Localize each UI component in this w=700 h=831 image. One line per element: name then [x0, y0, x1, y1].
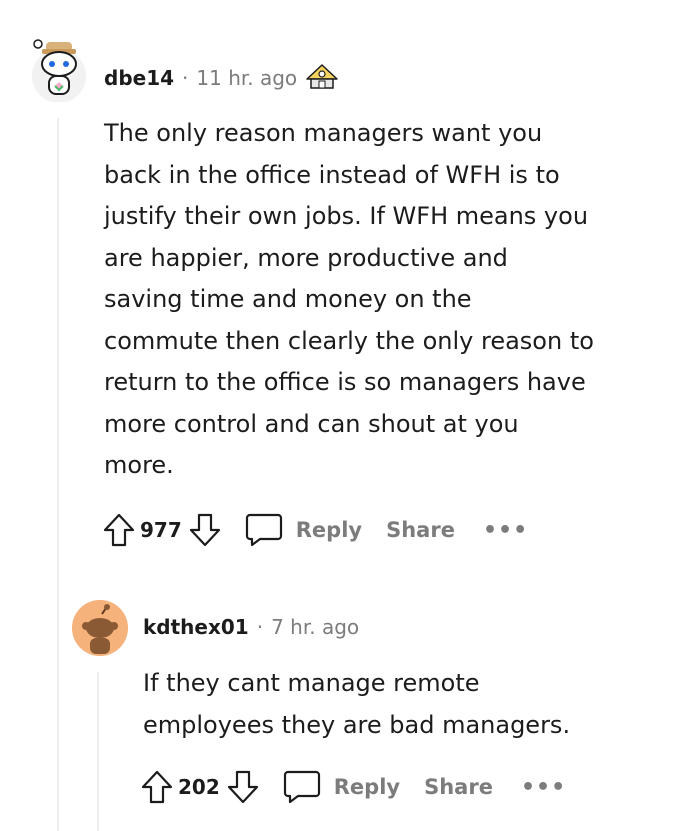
comment-line: back in the office instead of WFH is to [104, 160, 560, 189]
comment-body: The only reason managers want you back i… [104, 113, 664, 487]
avatar-icon [32, 39, 86, 102]
comment-bubble-icon [245, 513, 282, 547]
separator-dot: · [256, 615, 264, 639]
downvote-icon [227, 770, 258, 804]
reply-button[interactable]: Reply [282, 768, 400, 806]
share-button[interactable]: Share [386, 518, 455, 542]
comment-line: commute then clearly the only reason to [104, 326, 594, 355]
avatar-icon [72, 600, 128, 656]
avatar[interactable] [72, 600, 128, 656]
comment-line: employees they are bad managers. [143, 710, 571, 739]
reply-label: Reply [295, 518, 363, 542]
comment-line: more control and can shout at you [104, 409, 519, 438]
comment-body: If they cant manage remote employees the… [143, 663, 683, 746]
upvote-icon [103, 513, 135, 547]
upvote-button[interactable] [102, 512, 136, 548]
thread-line[interactable] [97, 672, 99, 831]
timestamp[interactable]: 7 hr. ago [271, 615, 359, 639]
vote-count: 202 [178, 775, 220, 799]
comment-line: more. [104, 451, 174, 479]
username[interactable]: dbe14 [104, 66, 174, 90]
comment-line: return to the office is so managers have [104, 368, 586, 396]
downvote-button[interactable] [226, 769, 260, 805]
avatar[interactable] [30, 36, 88, 102]
award-icon[interactable] [305, 63, 339, 93]
downvote-icon [189, 513, 220, 547]
more-options-button[interactable]: ••• [521, 775, 566, 800]
share-button[interactable]: Share [424, 775, 493, 799]
comment-line: If they cant manage remote [143, 669, 480, 697]
comment-line: saving time and money on the [104, 285, 472, 313]
comment-meta: kdthex01 · 7 hr. ago [143, 615, 359, 639]
upvote-button[interactable] [140, 769, 174, 805]
comment-actions: 977 Reply Share ••• [102, 511, 528, 549]
comment-line: justify their own jobs. If WFH means you [104, 202, 589, 230]
reply-label: Reply [333, 775, 401, 799]
separator-dot: · [182, 66, 189, 90]
username[interactable]: kdthex01 [143, 615, 249, 639]
comment-meta: dbe14 · 11 hr. ago [104, 63, 339, 93]
downvote-button[interactable] [188, 512, 222, 548]
vote-count: 977 [140, 518, 182, 542]
reply-button[interactable]: Reply [244, 511, 362, 549]
comment-line: are happier, more productive and [104, 243, 508, 272]
comment-line: The only reason managers want you [104, 119, 543, 147]
upvote-icon [141, 770, 173, 804]
thread-line[interactable] [57, 118, 59, 831]
timestamp[interactable]: 11 hr. ago [196, 66, 297, 90]
comment-bubble-icon [283, 770, 320, 804]
comment-actions: 202 Reply Share ••• [140, 768, 566, 806]
more-options-button[interactable]: ••• [483, 518, 528, 543]
